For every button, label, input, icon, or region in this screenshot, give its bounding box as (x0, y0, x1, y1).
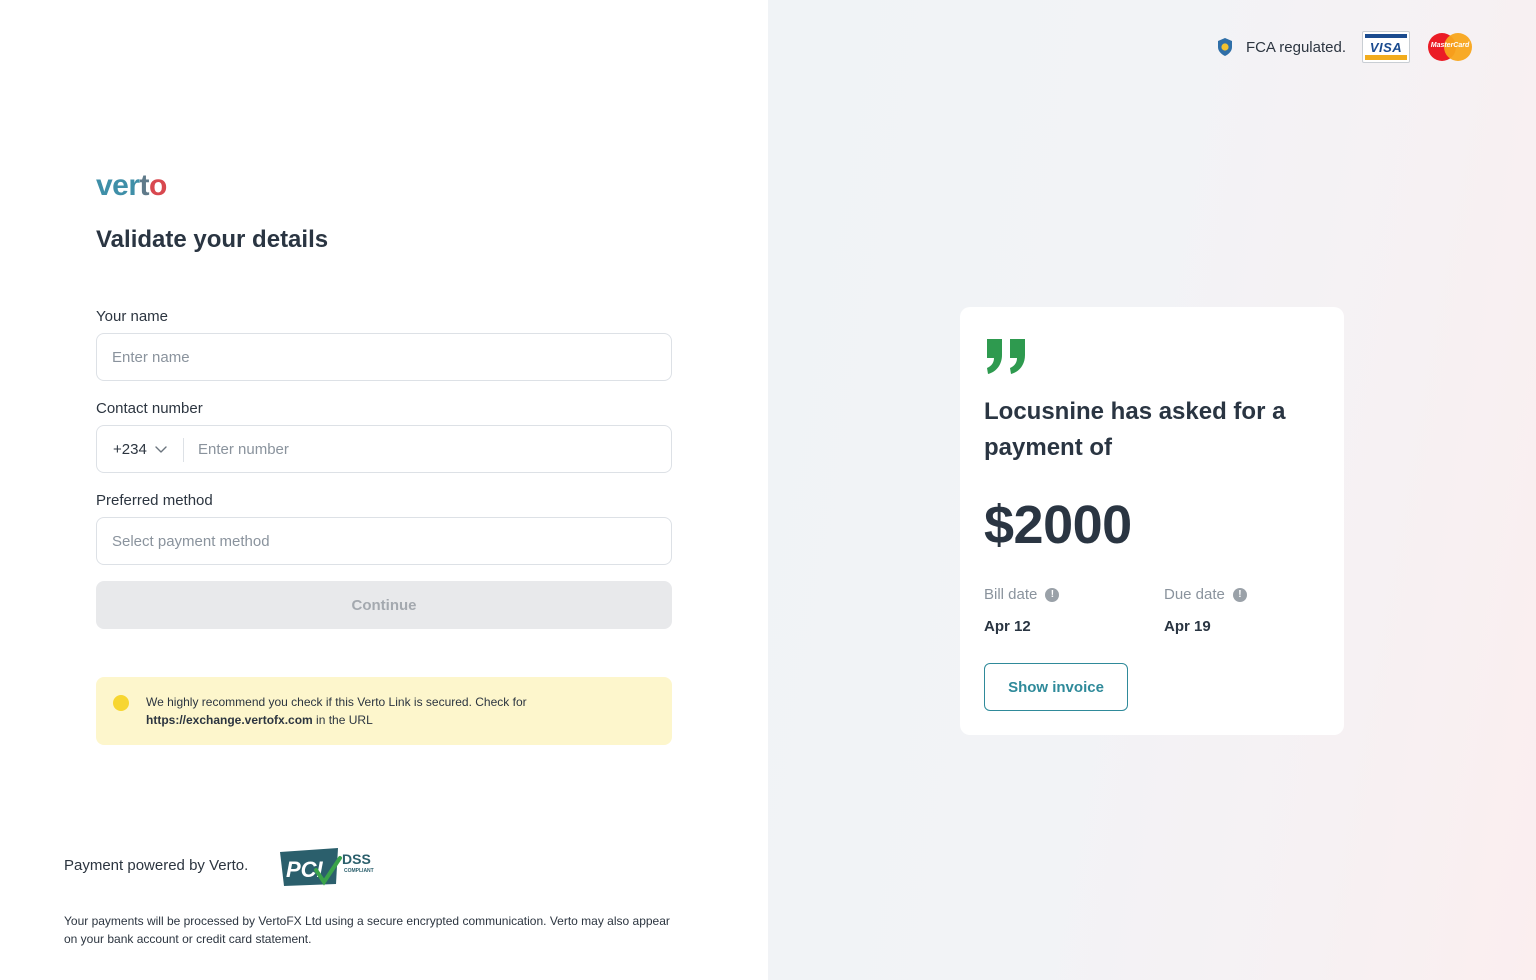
visa-text: VISA (1369, 40, 1403, 55)
visa-band-bottom (1365, 55, 1407, 60)
continue-button[interactable]: Continue (96, 581, 672, 629)
shield-icon (1217, 38, 1232, 56)
disclaimer-text: Your payments will be processed by Verto… (64, 914, 670, 946)
country-code-select[interactable]: +234 (97, 426, 183, 472)
notice-text-after: in the URL (312, 713, 373, 727)
number-input[interactable] (184, 426, 671, 472)
notice-text-before: We highly recommend you check if this Ve… (146, 695, 527, 709)
warning-dot-icon (113, 695, 129, 711)
logo-part-1: ver (96, 169, 140, 202)
info-icon[interactable]: ! (1045, 588, 1060, 602)
fca-regulated-text: FCA regulated. (1245, 38, 1346, 56)
due-date-value: Apr 19 (1164, 618, 1211, 635)
due-date-label: Due date (1164, 586, 1225, 603)
visa-band-top (1365, 34, 1407, 38)
powered-by-text: Payment powered by Verto. (64, 857, 249, 874)
name-field[interactable] (96, 333, 672, 381)
visa-logo: VISA (1362, 31, 1410, 63)
method-label: Preferred method (96, 492, 213, 509)
trust-badges: FCA regulated. VISA MasterCard (1216, 30, 1472, 64)
country-code-value: +234 (113, 440, 147, 458)
bill-date-value: Apr 12 (984, 618, 1031, 635)
contact-label: Contact number (96, 400, 203, 417)
form-panel: verto Validate your details Your name Co… (0, 0, 768, 980)
method-select[interactable] (97, 518, 671, 564)
chevron-down-icon (155, 446, 167, 453)
mastercard-logo: MasterCard (1428, 33, 1472, 61)
verto-logo: verto (96, 168, 167, 204)
name-input[interactable] (97, 334, 671, 380)
due-date-label-wrap: Due date ! (1164, 586, 1247, 604)
request-headline: Locusnine has asked for a payment of (984, 398, 1286, 461)
security-notice: We highly recommend you check if this Ve… (96, 677, 672, 745)
compliant-text: COMPLIANT (344, 868, 374, 874)
quote-icon (987, 339, 1025, 374)
pci-dss-logo: PCI DSS COMPLIANT (280, 848, 374, 886)
notice-text: We highly recommend you check if this Ve… (146, 693, 646, 729)
notice-url: https://exchange.vertofx.com (146, 713, 313, 727)
dss-text: DSS (342, 851, 371, 867)
show-invoice-button[interactable]: Show invoice (984, 663, 1128, 711)
payment-request-card: Locusnine has asked for a payment of $20… (960, 307, 1344, 735)
contact-field: +234 (96, 425, 672, 473)
mastercard-text: MasterCard (1430, 42, 1470, 49)
logo-part-2: t (139, 169, 150, 202)
bill-date-label-wrap: Bill date ! (984, 586, 1060, 604)
method-field[interactable] (96, 517, 672, 565)
amount-value: $2000 (984, 495, 1132, 555)
info-icon[interactable]: ! (1232, 588, 1247, 602)
logo-part-3: o (149, 169, 167, 202)
bill-date-label: Bill date (984, 586, 1038, 603)
number-input-wrap (184, 426, 671, 472)
name-label: Your name (96, 308, 168, 325)
page-title: Validate your details (96, 226, 329, 253)
